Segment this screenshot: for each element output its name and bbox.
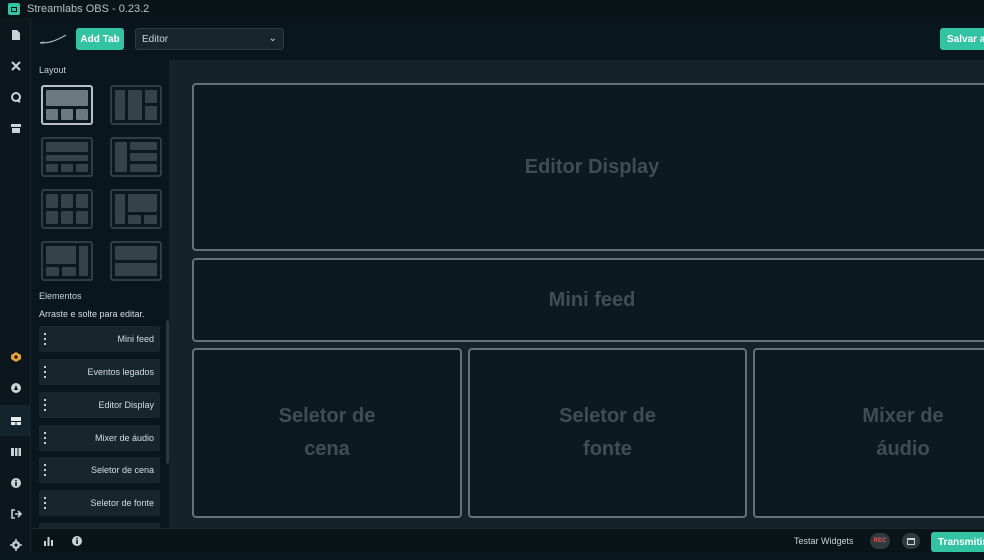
element-item-label: Seletor de fonte bbox=[90, 498, 154, 508]
go-live-button[interactable]: Transmitir bbox=[931, 532, 984, 552]
element-item-label: Mini feed bbox=[117, 334, 154, 344]
editor-toolbar: Add Tab Editor ⌄ Salvar al bbox=[32, 18, 984, 60]
file-icon bbox=[11, 29, 20, 40]
nav-settings-button[interactable] bbox=[0, 529, 31, 560]
panel-label: Editor Display bbox=[524, 155, 660, 178]
layout-option-8[interactable] bbox=[110, 241, 162, 281]
nav-file-button[interactable] bbox=[0, 19, 31, 50]
add-tab-button[interactable]: Add Tab bbox=[76, 28, 124, 50]
info-icon[interactable] bbox=[71, 535, 83, 547]
streamlabs-logo-icon bbox=[39, 34, 67, 44]
calendar-icon bbox=[907, 538, 915, 545]
side-nav bbox=[0, 18, 31, 552]
panel-label-line2: cena bbox=[304, 438, 350, 460]
layout-editor-icon bbox=[10, 416, 21, 425]
schedule-button[interactable] bbox=[902, 533, 920, 549]
nav-info-button[interactable] bbox=[0, 467, 31, 498]
layout-option-4[interactable] bbox=[110, 137, 162, 177]
test-widgets-label[interactable]: Testar Widgets bbox=[794, 536, 854, 546]
layout-option-6[interactable] bbox=[110, 189, 162, 229]
nav-store-button[interactable] bbox=[0, 112, 31, 143]
element-item-editor-display[interactable]: Editor Display bbox=[39, 392, 160, 418]
record-button[interactable]: REC bbox=[870, 533, 890, 549]
rec-label: REC bbox=[873, 538, 887, 544]
nav-help-button[interactable] bbox=[0, 341, 31, 372]
info-icon bbox=[10, 477, 21, 488]
tab-select[interactable]: Editor ⌄ bbox=[135, 28, 284, 50]
layout-option-3[interactable] bbox=[41, 137, 93, 177]
nav-studio-mode-button[interactable] bbox=[0, 436, 31, 467]
layout-option-7[interactable] bbox=[41, 241, 93, 281]
app-logo-icon bbox=[8, 3, 20, 15]
drag-handle-icon[interactable] bbox=[44, 432, 46, 444]
store-icon bbox=[10, 123, 21, 133]
element-item-mini-feed[interactable]: Mini feed bbox=[39, 326, 160, 352]
layout-heading: Layout bbox=[39, 65, 67, 75]
drag-handle-icon[interactable] bbox=[44, 399, 46, 411]
layout-canvas: Editor Display Mini feed Seletor de cena… bbox=[169, 60, 984, 528]
panel-label-line1: Seletor de bbox=[278, 405, 376, 427]
element-item-label: Editor Display bbox=[98, 400, 154, 410]
elements-hint: Arraste e solte para editar. bbox=[39, 309, 145, 319]
element-item-source-selector[interactable]: Seletor de fonte bbox=[39, 490, 160, 516]
tools-icon bbox=[10, 60, 21, 71]
panel-audio-mixer[interactable]: Mixer de áudio bbox=[753, 348, 984, 518]
settings-icon bbox=[9, 538, 22, 551]
panel-label-line2: áudio bbox=[876, 438, 930, 460]
element-item-scene-selector[interactable]: Seletor de cena bbox=[39, 457, 160, 483]
theme-icon bbox=[10, 382, 21, 393]
element-item-label: Mixer de áudio bbox=[94, 433, 154, 443]
nav-logout-button[interactable] bbox=[0, 498, 31, 529]
stats-icon[interactable] bbox=[43, 535, 55, 547]
panel-label-line1: Mixer de bbox=[862, 405, 944, 427]
element-item-label: Eventos legados bbox=[87, 367, 154, 377]
chevron-down-icon: ⌄ bbox=[268, 33, 277, 44]
drag-handle-icon[interactable] bbox=[44, 464, 46, 476]
element-item-legacy-events[interactable]: Eventos legados bbox=[39, 359, 160, 385]
help-icon bbox=[10, 351, 21, 362]
panel-label: Mini feed bbox=[548, 288, 636, 311]
title-bar: Streamlabs OBS - 0.23.2 bbox=[0, 0, 984, 18]
studio-mode-icon bbox=[10, 447, 21, 456]
chat-icon bbox=[10, 91, 21, 103]
status-bar: Testar Widgets REC Transmitir bbox=[32, 528, 984, 552]
panel-editor-display[interactable]: Editor Display bbox=[192, 83, 984, 251]
elements-heading: Elementos bbox=[39, 291, 82, 301]
panel-mini-feed[interactable]: Mini feed bbox=[192, 258, 984, 342]
panel-label-line2: fonte bbox=[583, 438, 632, 460]
nav-layout-editor-button[interactable] bbox=[0, 405, 31, 436]
layout-sidebar: Layout Elementos Arraste e solte para ed… bbox=[32, 60, 169, 528]
panel-label-line1: Seletor de bbox=[559, 405, 656, 427]
nav-chat-button[interactable] bbox=[0, 81, 31, 112]
element-item-audio-mixer[interactable]: Mixer de áudio bbox=[39, 425, 160, 451]
nav-tools-button[interactable] bbox=[0, 50, 31, 81]
element-item-label: Seletor de cena bbox=[90, 465, 154, 475]
tab-select-value: Editor bbox=[142, 33, 169, 45]
save-button[interactable]: Salvar al bbox=[940, 28, 984, 50]
drag-handle-icon[interactable] bbox=[44, 497, 46, 509]
logout-icon bbox=[10, 508, 22, 519]
layout-option-1[interactable] bbox=[41, 85, 93, 125]
panel-source-selector[interactable]: Seletor de fonte bbox=[468, 348, 747, 518]
drag-handle-icon[interactable] bbox=[44, 333, 46, 345]
layout-option-5[interactable] bbox=[41, 189, 93, 229]
layout-option-2[interactable] bbox=[110, 85, 162, 125]
window-title: Streamlabs OBS - 0.23.2 bbox=[27, 3, 150, 15]
nav-theme-button[interactable] bbox=[0, 372, 31, 403]
drag-handle-icon[interactable] bbox=[44, 366, 46, 378]
panel-scene-selector[interactable]: Seletor de cena bbox=[192, 348, 462, 518]
